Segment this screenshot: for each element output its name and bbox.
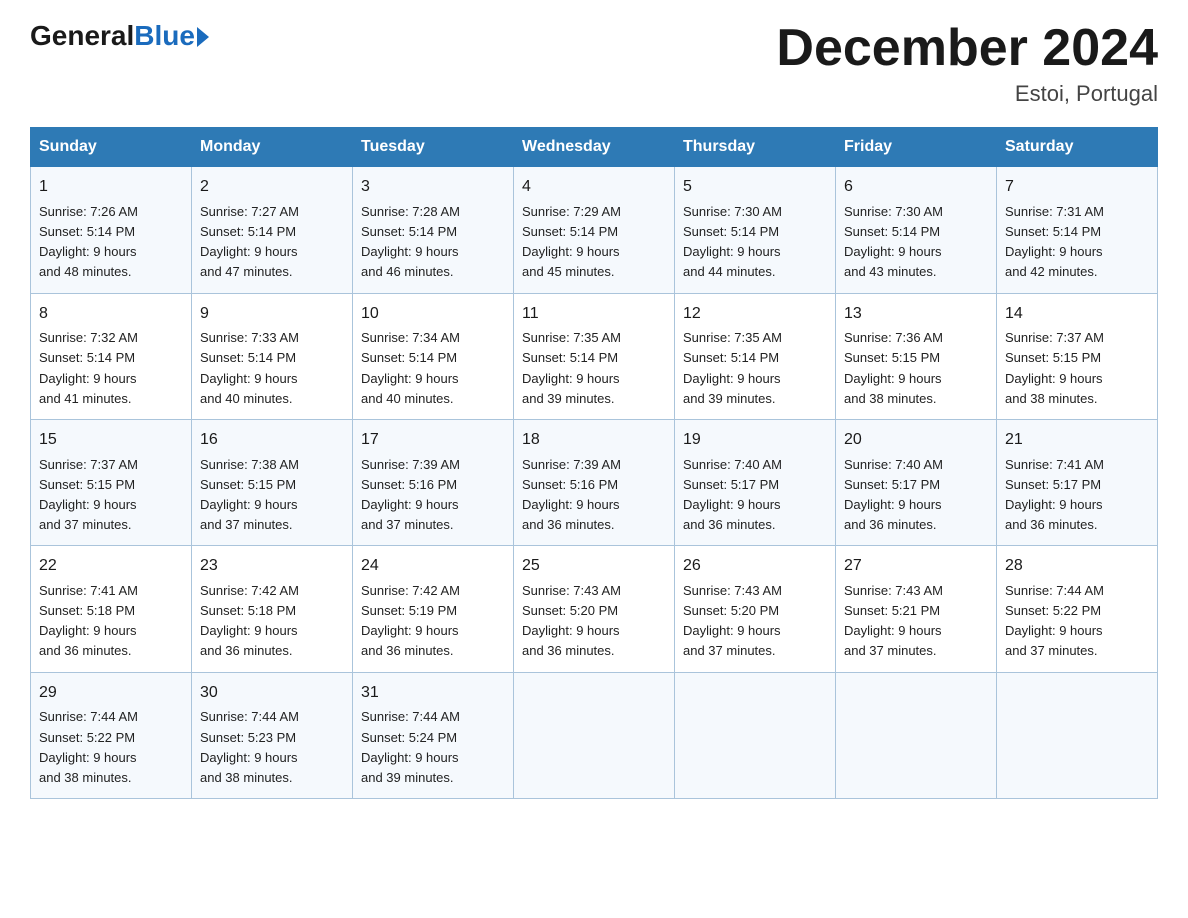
calendar-cell: 25Sunrise: 7:43 AMSunset: 5:20 PMDayligh… <box>514 546 675 672</box>
calendar-cell: 13Sunrise: 7:36 AMSunset: 5:15 PMDayligh… <box>836 293 997 419</box>
day-number: 23 <box>200 554 344 579</box>
weekday-header-sunday: Sunday <box>31 128 192 167</box>
weekday-header-wednesday: Wednesday <box>514 128 675 167</box>
calendar-cell <box>675 672 836 798</box>
calendar-cell: 24Sunrise: 7:42 AMSunset: 5:19 PMDayligh… <box>353 546 514 672</box>
calendar-cell: 29Sunrise: 7:44 AMSunset: 5:22 PMDayligh… <box>31 672 192 798</box>
day-number: 2 <box>200 175 344 200</box>
day-number: 9 <box>200 302 344 327</box>
day-number: 4 <box>522 175 666 200</box>
weekday-header-monday: Monday <box>192 128 353 167</box>
weekday-header-saturday: Saturday <box>997 128 1158 167</box>
calendar-cell: 15Sunrise: 7:37 AMSunset: 5:15 PMDayligh… <box>31 419 192 545</box>
calendar-cell: 3Sunrise: 7:28 AMSunset: 5:14 PMDaylight… <box>353 167 514 293</box>
calendar-cell <box>836 672 997 798</box>
day-number: 22 <box>39 554 183 579</box>
calendar-cell: 6Sunrise: 7:30 AMSunset: 5:14 PMDaylight… <box>836 167 997 293</box>
calendar-cell: 27Sunrise: 7:43 AMSunset: 5:21 PMDayligh… <box>836 546 997 672</box>
calendar-cell: 20Sunrise: 7:40 AMSunset: 5:17 PMDayligh… <box>836 419 997 545</box>
calendar-cell: 4Sunrise: 7:29 AMSunset: 5:14 PMDaylight… <box>514 167 675 293</box>
day-number: 25 <box>522 554 666 579</box>
day-number: 7 <box>1005 175 1149 200</box>
day-number: 24 <box>361 554 505 579</box>
calendar-cell: 31Sunrise: 7:44 AMSunset: 5:24 PMDayligh… <box>353 672 514 798</box>
logo: General Blue <box>30 20 209 52</box>
calendar-cell <box>514 672 675 798</box>
calendar-cell: 28Sunrise: 7:44 AMSunset: 5:22 PMDayligh… <box>997 546 1158 672</box>
calendar-cell: 1Sunrise: 7:26 AMSunset: 5:14 PMDaylight… <box>31 167 192 293</box>
calendar-cell: 5Sunrise: 7:30 AMSunset: 5:14 PMDaylight… <box>675 167 836 293</box>
logo-blue-part: Blue <box>134 20 209 52</box>
day-number: 5 <box>683 175 827 200</box>
weekday-header-row: SundayMondayTuesdayWednesdayThursdayFrid… <box>31 128 1158 167</box>
calendar-cell: 7Sunrise: 7:31 AMSunset: 5:14 PMDaylight… <box>997 167 1158 293</box>
calendar-cell: 26Sunrise: 7:43 AMSunset: 5:20 PMDayligh… <box>675 546 836 672</box>
day-number: 21 <box>1005 428 1149 453</box>
day-number: 12 <box>683 302 827 327</box>
calendar-cell: 16Sunrise: 7:38 AMSunset: 5:15 PMDayligh… <box>192 419 353 545</box>
day-number: 16 <box>200 428 344 453</box>
week-row-2: 8Sunrise: 7:32 AMSunset: 5:14 PMDaylight… <box>31 293 1158 419</box>
week-row-3: 15Sunrise: 7:37 AMSunset: 5:15 PMDayligh… <box>31 419 1158 545</box>
calendar-cell: 2Sunrise: 7:27 AMSunset: 5:14 PMDaylight… <box>192 167 353 293</box>
day-number: 15 <box>39 428 183 453</box>
calendar-cell: 30Sunrise: 7:44 AMSunset: 5:23 PMDayligh… <box>192 672 353 798</box>
logo-blue-text: Blue <box>134 20 195 52</box>
week-row-1: 1Sunrise: 7:26 AMSunset: 5:14 PMDaylight… <box>31 167 1158 293</box>
title-block: December 2024 Estoi, Portugal <box>776 20 1158 107</box>
day-number: 27 <box>844 554 988 579</box>
logo-triangle-icon <box>197 27 209 47</box>
day-number: 17 <box>361 428 505 453</box>
day-number: 6 <box>844 175 988 200</box>
day-number: 20 <box>844 428 988 453</box>
day-number: 11 <box>522 302 666 327</box>
calendar-cell: 11Sunrise: 7:35 AMSunset: 5:14 PMDayligh… <box>514 293 675 419</box>
day-number: 28 <box>1005 554 1149 579</box>
day-number: 13 <box>844 302 988 327</box>
page-header: General Blue December 2024 Estoi, Portug… <box>30 20 1158 107</box>
day-number: 31 <box>361 681 505 706</box>
day-number: 26 <box>683 554 827 579</box>
calendar-cell: 19Sunrise: 7:40 AMSunset: 5:17 PMDayligh… <box>675 419 836 545</box>
logo-general-text: General <box>30 20 134 52</box>
day-number: 3 <box>361 175 505 200</box>
weekday-header-thursday: Thursday <box>675 128 836 167</box>
day-number: 19 <box>683 428 827 453</box>
day-number: 18 <box>522 428 666 453</box>
calendar-title: December 2024 <box>776 20 1158 77</box>
week-row-5: 29Sunrise: 7:44 AMSunset: 5:22 PMDayligh… <box>31 672 1158 798</box>
day-number: 29 <box>39 681 183 706</box>
weekday-header-tuesday: Tuesday <box>353 128 514 167</box>
calendar-cell: 12Sunrise: 7:35 AMSunset: 5:14 PMDayligh… <box>675 293 836 419</box>
week-row-4: 22Sunrise: 7:41 AMSunset: 5:18 PMDayligh… <box>31 546 1158 672</box>
calendar-cell: 9Sunrise: 7:33 AMSunset: 5:14 PMDaylight… <box>192 293 353 419</box>
weekday-header-friday: Friday <box>836 128 997 167</box>
calendar-cell: 14Sunrise: 7:37 AMSunset: 5:15 PMDayligh… <box>997 293 1158 419</box>
calendar-table: SundayMondayTuesdayWednesdayThursdayFrid… <box>30 127 1158 799</box>
calendar-cell: 17Sunrise: 7:39 AMSunset: 5:16 PMDayligh… <box>353 419 514 545</box>
day-number: 30 <box>200 681 344 706</box>
calendar-subtitle: Estoi, Portugal <box>776 81 1158 107</box>
calendar-cell: 23Sunrise: 7:42 AMSunset: 5:18 PMDayligh… <box>192 546 353 672</box>
day-number: 14 <box>1005 302 1149 327</box>
calendar-cell: 18Sunrise: 7:39 AMSunset: 5:16 PMDayligh… <box>514 419 675 545</box>
calendar-cell: 8Sunrise: 7:32 AMSunset: 5:14 PMDaylight… <box>31 293 192 419</box>
calendar-cell <box>997 672 1158 798</box>
day-number: 10 <box>361 302 505 327</box>
day-number: 1 <box>39 175 183 200</box>
calendar-cell: 10Sunrise: 7:34 AMSunset: 5:14 PMDayligh… <box>353 293 514 419</box>
calendar-cell: 22Sunrise: 7:41 AMSunset: 5:18 PMDayligh… <box>31 546 192 672</box>
day-number: 8 <box>39 302 183 327</box>
calendar-cell: 21Sunrise: 7:41 AMSunset: 5:17 PMDayligh… <box>997 419 1158 545</box>
